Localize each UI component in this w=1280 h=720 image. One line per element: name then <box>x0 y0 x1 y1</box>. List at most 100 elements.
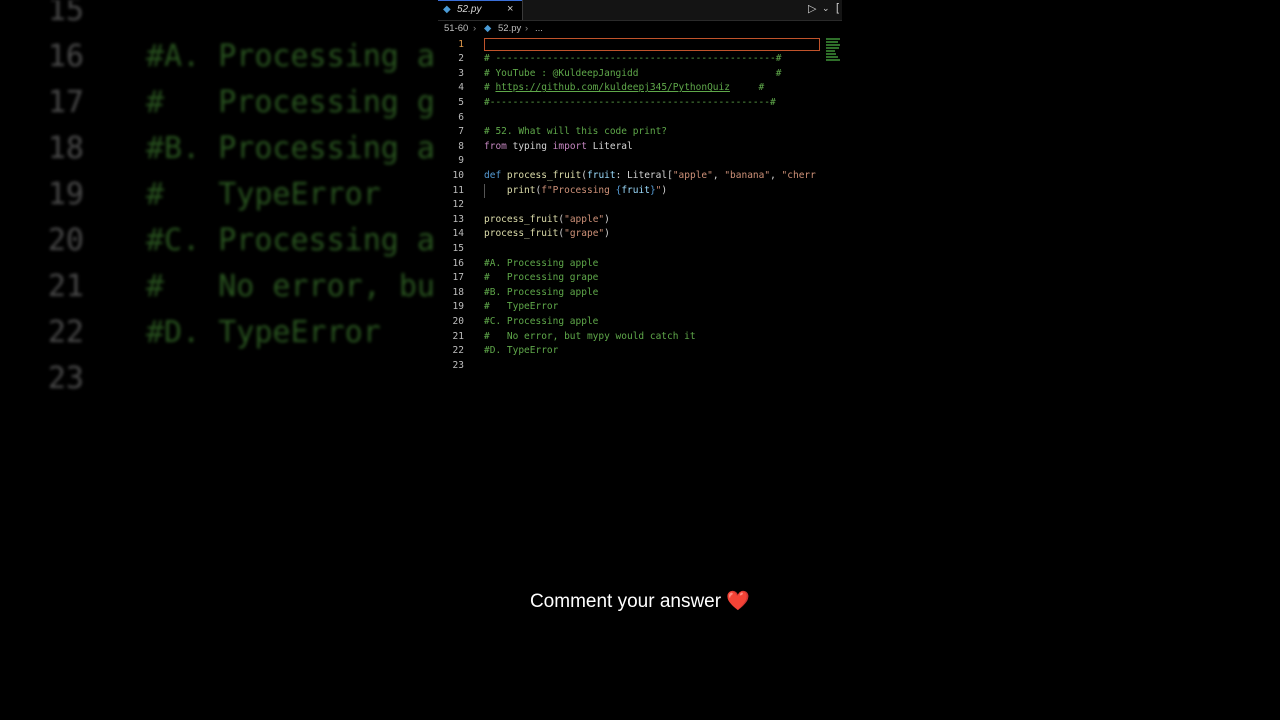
background-line-number: 22 <box>47 315 84 350</box>
background-line-code: # No error, bu <box>146 269 435 304</box>
code-token: , <box>770 169 782 181</box>
code-token: "banana" <box>724 169 771 181</box>
tab-bar: ◆ 52.py × ▷ ⌄ [ <box>438 0 842 21</box>
code-line: 3 # YouTube : @KuldeepJangidd # <box>438 67 842 82</box>
background-line-number: 16 <box>47 39 84 74</box>
background-line: 17 # Processing g <box>0 80 440 126</box>
background-line-code: #D. TypeError <box>146 315 381 350</box>
line-content: #A. Processing apple <box>484 257 822 272</box>
code-line: 20 #C. Processing apple <box>438 315 842 330</box>
line-number: 10 <box>452 169 464 181</box>
line-content: #B. Processing apple <box>484 286 822 301</box>
line-content: def process_fruit(fruit: Literal["apple"… <box>484 169 822 184</box>
code-token: # TypeError <box>484 301 559 313</box>
code-token: fruit <box>621 184 650 196</box>
line-content: # https://github.com/kuldeepj345/PythonQ… <box>484 81 822 96</box>
code-token: def <box>484 169 502 181</box>
line-number: 4 <box>458 82 464 94</box>
code-token: # 52. What will this code print? <box>484 126 668 138</box>
code-token: #---------------------------------------… <box>484 96 776 108</box>
breadcrumb-file[interactable]: 52.py <box>498 23 521 34</box>
line-number: 11 <box>452 184 464 196</box>
close-icon[interactable]: × <box>507 3 513 15</box>
code-token: ) <box>604 228 610 240</box>
code-line: 13 process_fruit("apple") <box>438 213 842 228</box>
line-number: 14 <box>452 228 464 240</box>
code-token: "cherr <box>781 169 816 181</box>
code-line: 22 #D. TypeError <box>438 344 842 359</box>
line-number: 20 <box>452 315 464 327</box>
heart-icon: ❤️ <box>726 591 751 612</box>
line-content: #---------------------------------------… <box>484 96 822 111</box>
code-token: #A. Processing apple <box>484 257 599 269</box>
breadcrumb-separator: › <box>525 23 529 34</box>
line-content: # TypeError <box>484 300 822 315</box>
breadcrumb-symbols[interactable]: ... <box>535 23 543 34</box>
code-line: 23 <box>438 359 842 374</box>
code-token[interactable]: https://github.com/kuldeepj345/PythonQui… <box>495 82 730 93</box>
background-line: 15 <box>0 0 440 34</box>
tab-52-py[interactable]: ◆ 52.py × <box>438 0 522 20</box>
code-editor: ◆ 52.py × ▷ ⌄ [ 51-60 › ◆ 52.py › ... 12… <box>438 0 842 375</box>
code-line: 11 print(f"Processing {fruit}") <box>438 183 842 199</box>
background-line: 22 #D. TypeError <box>0 310 440 356</box>
code-token: f"Processing <box>541 184 616 196</box>
background-line-number: 23 <box>47 361 84 396</box>
background-line-number: 21 <box>47 269 84 304</box>
line-number: 5 <box>458 96 464 108</box>
line-number: 13 <box>452 213 464 225</box>
code-token: ) <box>661 184 668 196</box>
code-token: typing <box>506 140 553 152</box>
background-line: 23 <box>0 356 440 402</box>
python-file-icon: ◆ <box>484 23 492 34</box>
code-token: process_fruit <box>484 228 559 240</box>
background-line-number: 18 <box>47 131 84 166</box>
code-line: 2 # -------------------------------------… <box>438 52 842 67</box>
code-token: fruit <box>587 169 616 181</box>
background-line-number: 17 <box>47 85 84 120</box>
code-line: 16 #A. Processing apple <box>438 257 842 272</box>
code-token: Literal <box>586 140 633 152</box>
chevron-down-icon[interactable]: ⌄ <box>822 3 830 14</box>
background-line-code: #C. Processing a <box>146 223 435 258</box>
breadcrumb-folder[interactable]: 51-60 <box>444 23 468 34</box>
blurred-background-code: 15 16 #A. Processing a 17 # Processing g 18 #B… <box>0 0 440 420</box>
line-content: # 52. What will this code print? <box>484 125 822 140</box>
background-line-code: #B. Processing a <box>146 131 435 166</box>
code-token: process_fruit <box>484 213 559 225</box>
code-token: #D. TypeError <box>484 345 559 357</box>
code-token: process_fruit <box>506 169 582 181</box>
background-line: 19 # TypeError <box>0 172 440 218</box>
line-content: # Processing grape <box>484 271 822 286</box>
code-token: # Processing grape <box>484 272 599 284</box>
code-line: 17 # Processing grape <box>438 271 842 286</box>
line-number: 16 <box>452 257 464 269</box>
breadcrumb-separator: › <box>473 23 477 34</box>
code-token: "apple" <box>564 213 605 225</box>
line-number: 19 <box>452 301 464 313</box>
background-line: 20 #C. Processing a <box>0 218 440 264</box>
code-token: #C. Processing apple <box>484 315 599 327</box>
code-token: import <box>552 140 587 152</box>
run-icon[interactable]: ▷ <box>808 2 816 15</box>
code-token: : Literal[ <box>615 169 673 181</box>
breadcrumb: 51-60 › ◆ 52.py › ... <box>438 22 842 36</box>
background-line-code: #A. Processing a <box>146 39 435 74</box>
line-number: 3 <box>458 67 464 79</box>
line-number: 18 <box>452 286 464 298</box>
code-line: 1 <box>438 38 842 53</box>
code-token: "grape" <box>564 228 605 240</box>
caption-text: Comment your answer <box>529 591 722 612</box>
code-line: 19 # TypeError <box>438 300 842 315</box>
code-token: ) <box>604 213 610 225</box>
code-token: print <box>506 184 536 196</box>
line-number: 8 <box>458 140 464 152</box>
code-token: from <box>484 140 507 152</box>
line-number: 23 <box>452 359 464 371</box>
code-line: 5 #--------------------------------------… <box>438 96 842 111</box>
code-area[interactable]: 1 2 # ------------------------------------… <box>438 36 842 375</box>
line-content: # YouTube : @KuldeepJangidd # <box>484 67 822 82</box>
line-content: # --------------------------------------… <box>484 52 822 67</box>
split-editor-icon[interactable]: [ <box>836 2 839 14</box>
line-number: 17 <box>452 272 464 284</box>
